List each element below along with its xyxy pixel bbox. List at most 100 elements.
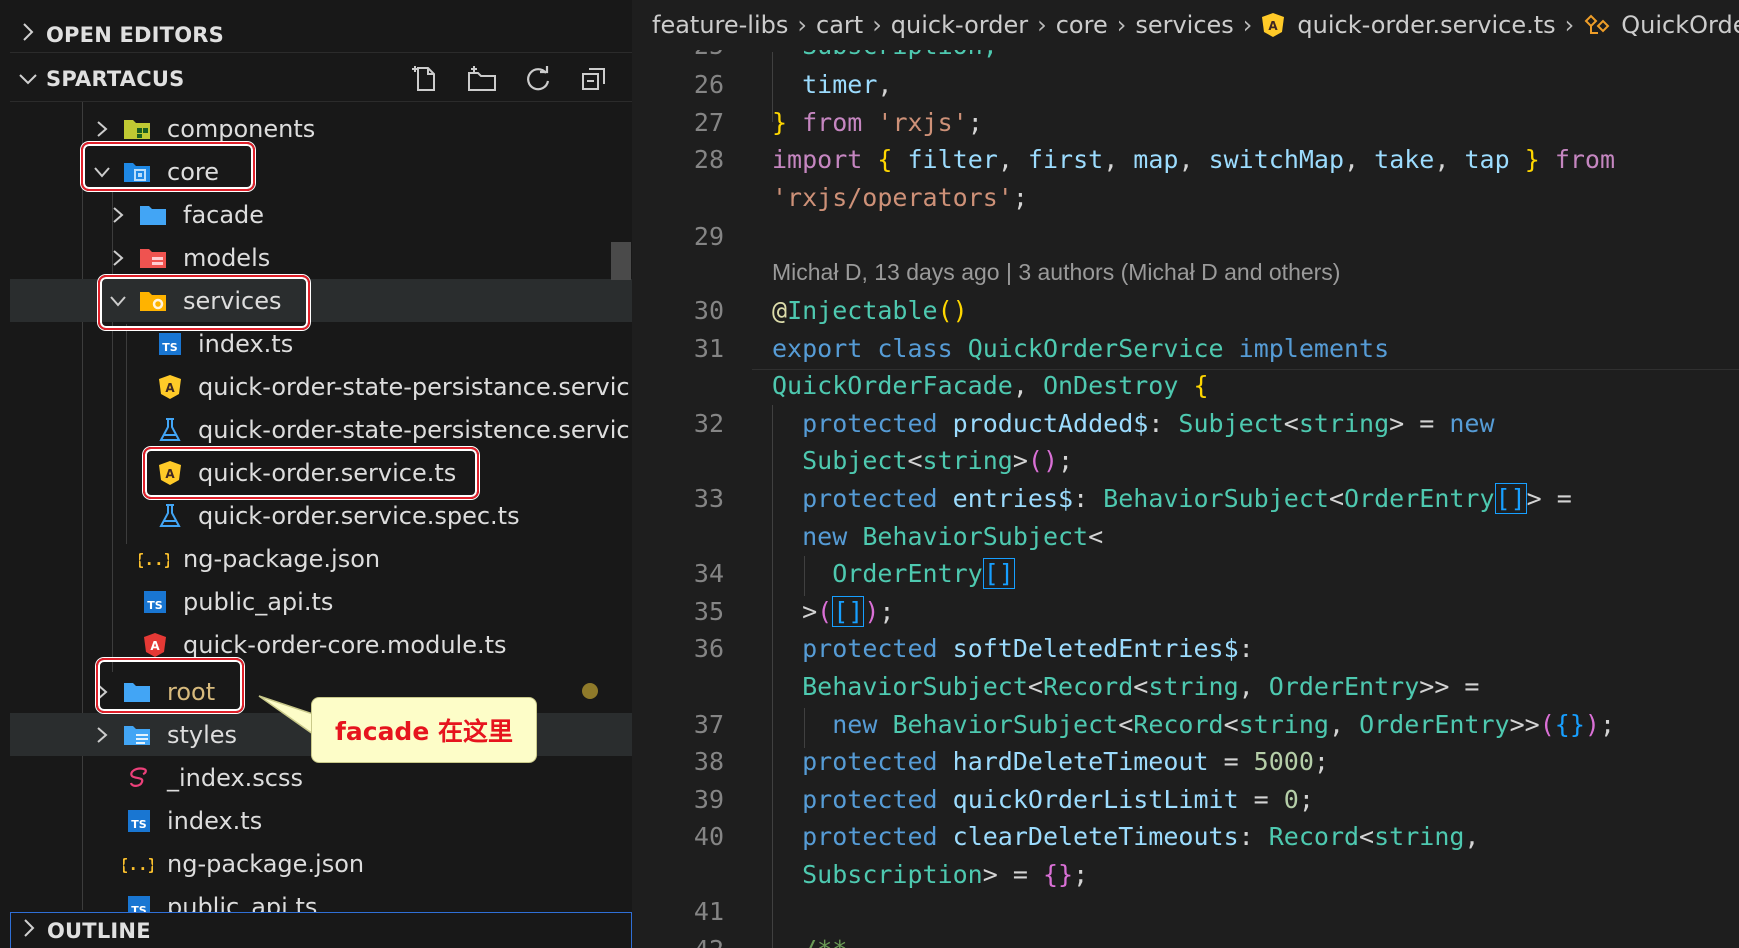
svg-text:TS: TS: [162, 341, 178, 354]
chevron-right-icon: [90, 723, 114, 747]
tree-item-label: index.ts: [198, 329, 294, 358]
scrollbar-thumb[interactable]: [611, 242, 631, 280]
svg-text:A: A: [1269, 19, 1279, 33]
svg-text:A: A: [150, 639, 160, 653]
new-folder-icon[interactable]: [464, 61, 500, 97]
tree-item-state-persistence-spec[interactable]: quick-order-state-persistence.servic...: [10, 408, 632, 451]
line-number: 29: [693, 222, 724, 251]
chevron-right-icon: [106, 246, 130, 270]
refresh-icon[interactable]: [520, 61, 556, 97]
svg-text:{..}: {..}: [139, 550, 169, 569]
line-number: 28: [693, 145, 724, 174]
section-divider: [10, 101, 632, 102]
code-line: } from 'rxjs';: [772, 108, 983, 137]
tree-item-label: models: [183, 243, 271, 272]
folder-icon: [138, 200, 168, 230]
tree-item-services[interactable]: services: [10, 279, 632, 322]
chevron-down-icon: [106, 289, 130, 313]
breadcrumb-item[interactable]: core: [1056, 11, 1108, 39]
typescript-file-icon: TS: [140, 587, 170, 617]
breadcrumb-item[interactable]: services: [1135, 11, 1233, 39]
code-line: protected softDeletedEntries$:: [802, 634, 1254, 663]
tree-item-label: services: [183, 286, 282, 315]
tree-item-state-persistance-service[interactable]: A quick-order-state-persistance.servic..…: [10, 365, 632, 408]
chevron-right-icon: [90, 680, 114, 704]
line-number: 35: [693, 597, 724, 626]
angular-service-icon: A: [1261, 12, 1285, 38]
callout-text: facade 在这里: [335, 717, 513, 746]
code-line: new BehaviorSubject<Record<string, Order…: [832, 710, 1615, 739]
line-number: 34: [693, 559, 724, 588]
outline-header[interactable]: OUTLINE: [10, 912, 632, 948]
tree-item-label: facade: [183, 200, 265, 229]
code-line: Subscription> = {};: [802, 860, 1089, 889]
angular-service-icon: A: [155, 458, 185, 488]
chevron-right-icon: ›: [1037, 11, 1047, 39]
chevron-right-icon: [90, 117, 114, 141]
svg-text:TS: TS: [131, 818, 147, 831]
tree-item-public-api-ts[interactable]: TS public_api.ts: [10, 580, 632, 623]
svg-text:TS: TS: [147, 599, 163, 612]
tree-item-index-ts[interactable]: TS index.ts: [10, 322, 632, 365]
open-editors-header[interactable]: OPEN EDITORS: [10, 13, 632, 57]
line-number: 40: [693, 822, 724, 851]
new-file-icon[interactable]: [408, 61, 444, 97]
code-line: timer,: [802, 70, 893, 99]
tree-item-quick-order-service[interactable]: A quick-order.service.ts: [10, 451, 632, 494]
svg-text:{..}: {..}: [123, 855, 153, 874]
angular-service-icon: A: [155, 372, 185, 402]
collapse-all-icon[interactable]: [576, 61, 612, 97]
chevron-right-icon: [11, 918, 47, 944]
code-editor[interactable]: feature-libs › cart › quick-order › core…: [632, 0, 1739, 948]
code-line: Subject<string>();: [802, 446, 1074, 475]
outline-label: OUTLINE: [47, 918, 151, 943]
breadcrumb-item[interactable]: QuickOrderService: [1621, 11, 1739, 39]
tree-item-label: core: [167, 157, 219, 186]
tree-item-core[interactable]: core: [10, 150, 632, 193]
workspace-header[interactable]: SPARTACUS: [10, 57, 632, 101]
tree-item-label: quick-order.service.ts: [198, 458, 457, 487]
tree-item-ng-package-json[interactable]: {..} ng-package.json: [10, 537, 632, 580]
chevron-right-icon: ›: [872, 11, 882, 39]
styles-folder-icon: [122, 720, 152, 750]
modified-dot-icon: [582, 683, 598, 699]
code-line: QuickOrderFacade, OnDestroy {: [772, 371, 1209, 400]
tree-item-components[interactable]: components: [10, 107, 632, 150]
tree-item-label: quick-order-state-persistence.servic...: [198, 415, 632, 444]
annotation-callout: facade 在这里: [311, 697, 537, 763]
breadcrumb: feature-libs › cart › quick-order › core…: [632, 0, 1739, 50]
tree-item-models[interactable]: models: [10, 236, 632, 279]
tree-item-core-module[interactable]: A quick-order-core.module.ts: [10, 623, 632, 666]
services-folder-icon: [138, 286, 168, 316]
tree-item-label: quick-order.service.spec.ts: [198, 501, 520, 530]
breadcrumb-item[interactable]: cart: [816, 11, 863, 39]
codelens-authors[interactable]: Michał D, 13 days ago | 3 authors (Micha…: [772, 259, 1340, 286]
code-line: protected clearDeleteTimeouts: Record<st…: [802, 822, 1480, 851]
chevron-right-icon: [106, 203, 130, 227]
tree-item-label: quick-order-core.module.ts: [183, 630, 507, 659]
breadcrumb-item[interactable]: quick-order: [891, 11, 1028, 39]
chevron-down-icon: [10, 67, 46, 92]
breadcrumb-item[interactable]: feature-libs: [652, 11, 788, 39]
typescript-file-icon: TS: [155, 329, 185, 359]
line-number: 27: [693, 108, 724, 137]
json-file-icon: {..}: [139, 544, 169, 574]
tree-item-facade[interactable]: facade: [10, 193, 632, 236]
tree-item-ng-package-json[interactable]: {..} ng-package.json: [10, 842, 632, 885]
chevron-right-icon: ›: [1564, 11, 1575, 39]
tree-item-index-ts[interactable]: TS index.ts: [10, 799, 632, 842]
sass-file-icon: [124, 763, 154, 793]
workspace-label: SPARTACUS: [46, 67, 185, 91]
code-line: new BehaviorSubject<: [802, 522, 1104, 551]
explorer-sidebar: OPEN EDITORS SPARTACUS components core f…: [0, 0, 632, 948]
typescript-file-icon: TS: [124, 806, 154, 836]
breadcrumb-item[interactable]: quick-order.service.ts: [1297, 11, 1555, 39]
line-number: 33: [693, 484, 724, 513]
code-line: protected quickOrderListLimit = 0;: [802, 785, 1314, 814]
code-line: @Injectable(): [772, 296, 968, 325]
code-line: 'rxjs/operators';: [772, 183, 1028, 212]
chevron-right-icon: ›: [1116, 11, 1127, 39]
code-line: import { filter, first, map, switchMap, …: [772, 145, 1616, 174]
tree-item-quick-order-service-spec[interactable]: quick-order.service.spec.ts: [10, 494, 632, 537]
tree-item-label: styles: [167, 720, 238, 749]
